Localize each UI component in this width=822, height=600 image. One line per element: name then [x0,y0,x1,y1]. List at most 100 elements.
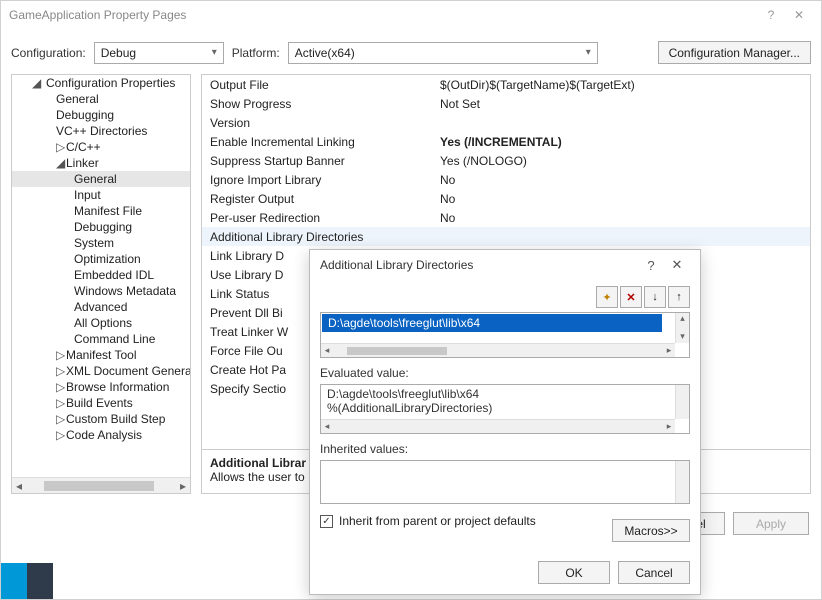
scroll-left-icon[interactable]: ◂ [12,479,26,493]
scroll-right-icon[interactable]: ▸ [176,479,190,493]
tree-item-ccpp[interactable]: C/C++ [66,140,101,154]
tree-item-linker-idl[interactable]: Embedded IDL [74,268,154,282]
inherited-label: Inherited values: [320,442,690,456]
property-name: Enable Incremental Linking [210,135,440,149]
help-icon[interactable]: ? [638,258,664,273]
chevron-down-icon: ▾ [586,47,591,58]
tree-item-linker-input[interactable]: Input [74,188,101,202]
tree-item-linker-advanced[interactable]: Advanced [74,300,127,314]
property-name: Register Output [210,192,440,206]
property-value[interactable]: Yes (/INCREMENTAL) [440,135,810,149]
dialog-title: Additional Library Directories [320,258,638,272]
tree-item-debugging[interactable]: Debugging [56,108,114,122]
caret-right-icon[interactable]: ▷ [56,380,66,394]
hscrollbar[interactable]: ◂▸ [321,343,675,357]
taskbar-fragment [1,563,53,599]
property-pages-window: GameApplication Property Pages ? ✕ Confi… [0,0,822,600]
tree-item-vcdirs[interactable]: VC++ Directories [56,124,147,138]
inherit-label: Inherit from parent or project defaults [339,514,536,528]
inherited-box [320,460,690,504]
move-up-button[interactable]: ↑ [668,286,690,308]
dialog-ok-button[interactable]: OK [538,561,610,584]
property-name: Version [210,116,440,130]
scroll-thumb[interactable] [44,481,154,491]
vscrollbar[interactable] [675,385,689,419]
config-row: Configuration: Debug ▾ Platform: Active(… [1,29,821,74]
evaluated-label: Evaluated value: [320,366,690,380]
caret-right-icon[interactable]: ▷ [56,364,66,378]
tree-item-linker-alloptions[interactable]: All Options [74,316,132,330]
tree-item-linker-cmdline[interactable]: Command Line [74,332,155,346]
close-icon[interactable]: ✕ [785,8,813,22]
property-row[interactable]: Register OutputNo [202,189,810,208]
property-value[interactable]: No [440,192,810,206]
property-value[interactable]: $(OutDir)$(TargetName)$(TargetExt) [440,78,810,92]
property-value[interactable]: No [440,173,810,187]
tree-item-browse-info[interactable]: Browse Information [66,380,169,394]
property-value[interactable]: Yes (/NOLOGO) [440,154,810,168]
config-manager-button[interactable]: Configuration Manager... [658,41,811,64]
move-down-button[interactable]: ↓ [644,286,666,308]
additional-lib-dirs-dialog: Additional Library Directories ? ✕ ✦ ✕ ↓… [309,249,701,595]
close-icon[interactable]: ✕ [664,257,690,273]
new-line-button[interactable]: ✦ [596,286,618,308]
property-name: Additional Library Directories [210,230,440,244]
tree-item-linker-manifest[interactable]: Manifest File [74,204,142,218]
tree-item-linker-debugging[interactable]: Debugging [74,220,132,234]
caret-right-icon[interactable]: ▷ [56,396,66,410]
property-row[interactable]: Enable Incremental LinkingYes (/INCREMEN… [202,132,810,151]
property-row[interactable]: Show ProgressNot Set [202,94,810,113]
platform-label: Platform: [232,46,280,60]
path-entry[interactable]: D:\agde\tools\freeglut\lib\x64 [322,314,662,332]
nav-tree[interactable]: ◢Configuration Properties General Debugg… [11,74,191,494]
property-row[interactable]: Per-user RedirectionNo [202,208,810,227]
vscrollbar[interactable] [675,461,689,503]
tree-item-linker-winmd[interactable]: Windows Metadata [74,284,176,298]
tree-hscroll[interactable]: ◂ ▸ [12,477,190,493]
property-name: Show Progress [210,97,440,111]
property-value[interactable]: No [440,211,810,225]
property-row[interactable]: Version [202,113,810,132]
tree-item-general[interactable]: General [56,92,99,106]
property-name: Ignore Import Library [210,173,440,187]
tree-item-code-analysis[interactable]: Code Analysis [66,428,142,442]
help-icon[interactable]: ? [757,8,785,22]
tree-root[interactable]: Configuration Properties [42,76,175,90]
platform-value: Active(x64) [295,46,355,60]
apply-button[interactable]: Apply [733,512,809,535]
tree-item-linker-system[interactable]: System [74,236,114,250]
property-row[interactable]: Ignore Import LibraryNo [202,170,810,189]
macros-button[interactable]: Macros>> [612,519,690,542]
inherit-checkbox[interactable]: ✓ [320,515,333,528]
toolbar: ✦ ✕ ↓ ↑ [320,286,690,308]
property-value[interactable]: Not Set [440,97,810,111]
evaluated-box: D:\agde\tools\freeglut\lib\x64 %(Additio… [320,384,690,434]
property-row[interactable]: Additional Library Directories [202,227,810,246]
hscrollbar[interactable]: ◂▸ [321,419,675,433]
dialog-titlebar: Additional Library Directories ? ✕ [310,250,700,280]
property-name: Per-user Redirection [210,211,440,225]
caret-right-icon[interactable]: ▷ [56,140,66,154]
caret-down-icon[interactable]: ◢ [32,76,42,90]
tree-item-linker-optimization[interactable]: Optimization [74,252,141,266]
property-row[interactable]: Suppress Startup BannerYes (/NOLOGO) [202,151,810,170]
tree-item-custom-build[interactable]: Custom Build Step [66,412,165,426]
platform-combo[interactable]: Active(x64) ▾ [288,42,598,64]
paths-editbox[interactable]: D:\agde\tools\freeglut\lib\x64 ▴▾ ◂▸ [320,312,690,358]
tree-item-xml-doc[interactable]: XML Document Generator [66,364,191,378]
window-title: GameApplication Property Pages [9,8,757,22]
caret-right-icon[interactable]: ▷ [56,348,66,362]
tree-item-linker-general[interactable]: General [74,172,117,186]
tree-item-build-events[interactable]: Build Events [66,396,133,410]
config-value: Debug [101,46,136,60]
tree-item-linker[interactable]: Linker [66,156,99,170]
caret-right-icon[interactable]: ▷ [56,428,66,442]
delete-line-button[interactable]: ✕ [620,286,642,308]
property-row[interactable]: Output File$(OutDir)$(TargetName)$(Targe… [202,75,810,94]
vscrollbar[interactable]: ▴▾ [675,313,689,343]
caret-down-icon[interactable]: ◢ [56,156,66,170]
caret-right-icon[interactable]: ▷ [56,412,66,426]
dialog-cancel-button[interactable]: Cancel [618,561,690,584]
tree-item-manifest-tool[interactable]: Manifest Tool [66,348,136,362]
config-combo[interactable]: Debug ▾ [94,42,224,64]
